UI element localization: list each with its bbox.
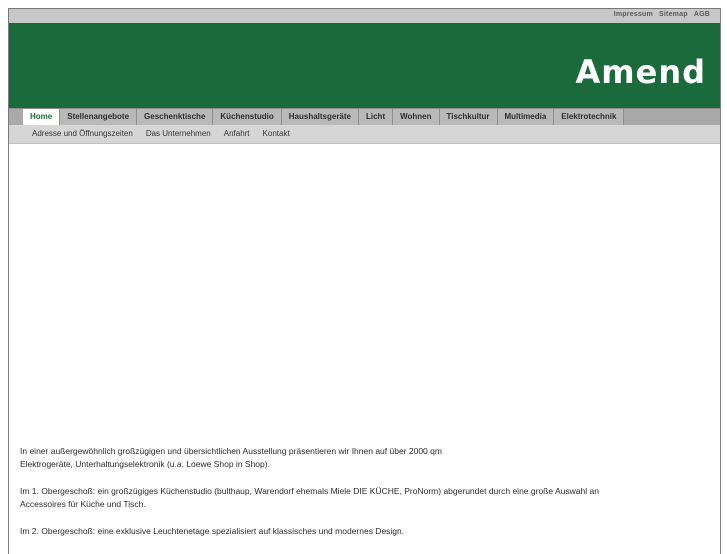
main-navigation: Home Stellenangebote Geschenktische Küch… — [9, 108, 720, 125]
page-frame: Impressum Sitemap AGB Amend Home Stellen… — [8, 8, 721, 554]
nav-item-geschenktische[interactable]: Geschenktische — [137, 109, 214, 125]
nav-item-kuechenstudio[interactable]: Küchenstudio — [213, 109, 282, 125]
nav-item-haushaltsgeraete[interactable]: Haushaltsgeräte — [281, 109, 359, 125]
utility-links: Impressum Sitemap AGB — [610, 11, 710, 18]
nav-item-tischkultur[interactable]: Tischkultur — [439, 109, 498, 125]
nav-item-wohnen[interactable]: Wohnen — [393, 109, 440, 125]
amend-logo[interactable]: Amend — [576, 53, 707, 91]
nav-item-multimedia[interactable]: Multimedia — [497, 109, 555, 125]
intro-line-2: Elektrogeräte, Unterhaltungselektronik (… — [20, 459, 270, 469]
subnav-item-adresse[interactable]: Adresse und Öffnungszeiten — [32, 125, 133, 143]
subnav-item-kontakt[interactable]: Kontakt — [263, 125, 290, 143]
top-utility-bar: Impressum Sitemap AGB — [9, 9, 720, 23]
agb-link[interactable]: AGB — [694, 11, 710, 18]
intro-paragraph: In einer außergewöhnlich großzügigen und… — [20, 445, 710, 471]
first-floor-line-1: Im 1. Obergeschoß: ein großzügiges Küche… — [20, 486, 599, 496]
sub-navigation: Adresse und Öffnungszeiten Das Unternehm… — [9, 125, 720, 144]
subnav-item-anfahrt[interactable]: Anfahrt — [224, 125, 250, 143]
nav-item-stellenangebote[interactable]: Stellenangebote — [60, 109, 138, 125]
second-floor-line-1: Im 2. Obergeschoß: eine exklusive Leucht… — [20, 526, 405, 536]
impressum-link[interactable]: Impressum — [614, 11, 653, 18]
second-floor-paragraph: Im 2. Obergeschoß: eine exklusive Leucht… — [20, 525, 710, 538]
intro-line-1: In einer außergewöhnlich großzügigen und… — [20, 446, 442, 456]
subnav-item-unternehmen[interactable]: Das Unternehmen — [146, 125, 211, 143]
first-floor-line-2: Accessoires für Küche und Tisch. — [20, 499, 146, 509]
sitemap-link[interactable]: Sitemap — [659, 11, 688, 18]
header-banner: Amend — [9, 23, 720, 108]
nav-item-licht[interactable]: Licht — [359, 109, 394, 125]
main-content: In einer außergewöhnlich großzügigen und… — [20, 445, 710, 552]
nav-item-home[interactable]: Home — [23, 109, 61, 125]
first-floor-paragraph: Im 1. Obergeschoß: ein großzügiges Küche… — [20, 485, 710, 511]
nav-item-elektrotechnik[interactable]: Elektrotechnik — [554, 109, 625, 125]
